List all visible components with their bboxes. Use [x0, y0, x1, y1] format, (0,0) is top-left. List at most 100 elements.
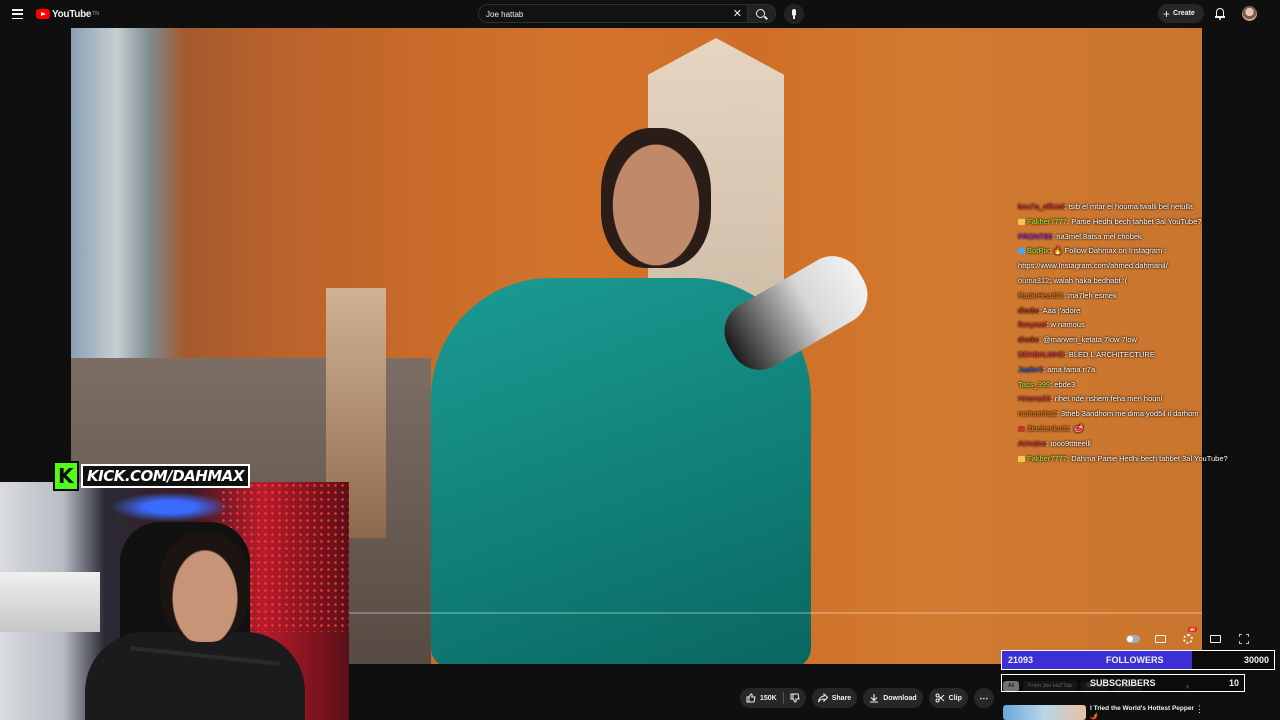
share-button[interactable]: Share	[811, 688, 858, 708]
chat-username[interactable]: Jaafer0	[1018, 365, 1043, 374]
recommendation-thumbnail[interactable]	[1003, 705, 1086, 720]
chat-text: : tsib el mtar el houma twalli bel netul…	[1064, 202, 1193, 211]
chat-message: bou7a_officiel: tsib el mtar el houma tw…	[1018, 200, 1268, 215]
chat-username[interactable]: diwdw	[1018, 306, 1039, 315]
chat-message: Fakher7777: Dahma Partie Hedhi bech tahb…	[1018, 452, 1268, 467]
chat-message: Jaafer0: ama fama ri7a	[1018, 363, 1268, 378]
chat-username[interactable]: Tass_999	[1018, 380, 1050, 389]
clip-button[interactable]: Clip	[928, 688, 968, 708]
chat-message: FRONT80: na3mel 8atsa mel chobek	[1018, 230, 1268, 245]
chat-text: : walah haka bedhabt :(	[1049, 275, 1128, 285]
fullscreen-icon[interactable]	[1239, 634, 1249, 644]
search-box: ✕	[478, 4, 748, 23]
youtube-logo[interactable]: YouTube TN	[36, 7, 99, 21]
chat-username[interactable]: diwdw	[1018, 335, 1039, 344]
subscribers-goal-bar: SUBSCRIBERS 10	[1001, 674, 1245, 692]
chat-username[interactable]: Fakher7777	[1027, 454, 1067, 463]
chat-message: Tass_999: ebde3	[1018, 378, 1268, 393]
chat-username[interactable]: DEKBALMHD	[1018, 350, 1065, 359]
chat-badge-icon	[1018, 425, 1025, 432]
chat-username[interactable]: Fakher7777	[1027, 217, 1067, 226]
chat-message: DEKBALMHD: BLED L ARCHITECTURE	[1018, 348, 1268, 363]
chat-message: Fakher7777: Partie Hedhi bech tahbet 3al…	[1018, 215, 1268, 230]
chat-badge-icon	[1018, 248, 1025, 255]
kick-logo-icon	[53, 461, 79, 491]
chat-username[interactable]: bou7a_officiel	[1018, 202, 1064, 211]
clip-label: Clip	[948, 694, 962, 702]
chat-text: : Aaa j'adore	[1038, 305, 1081, 315]
account-avatar[interactable]	[1242, 6, 1257, 21]
subtitles-icon[interactable]	[1155, 635, 1166, 643]
chat-message: RadioHead01: ma7leh esmek	[1018, 289, 1268, 304]
share-icon	[817, 693, 828, 703]
like-count: 150K	[760, 694, 777, 702]
like-dislike-group: 150K	[740, 688, 806, 708]
chat-username[interactable]: BotRix	[1027, 246, 1049, 255]
recommendation-title[interactable]: I Tried the World's Hottest Pepper 🌶️	[1090, 705, 1200, 720]
logo-country-code: TN	[92, 11, 99, 17]
chat-badge-icon	[1018, 455, 1025, 462]
miniplayer-icon[interactable]	[1210, 635, 1221, 643]
chat-message: BotRix: 🔥 Follow Dahmax on Instagram : h…	[1018, 244, 1268, 274]
chat-text: : ma7leh esmek	[1063, 290, 1117, 300]
settings-gear-icon[interactable]	[1183, 634, 1193, 644]
search-icon	[756, 9, 765, 18]
chat-text: : tooo9tttteelll	[1046, 438, 1091, 448]
autoplay-toggle[interactable]	[1126, 635, 1140, 643]
streamer-webcam	[0, 482, 349, 720]
chat-username[interactable]: AVmdne	[1018, 439, 1046, 448]
chat-username[interactable]: RadioHead01	[1018, 291, 1064, 300]
microphone-icon	[792, 9, 796, 16]
like-button[interactable]: 150K	[740, 688, 783, 708]
video-action-bar: 150K Share Download Clip ⋯	[740, 688, 994, 708]
chat-text: : ebde3	[1050, 379, 1076, 389]
chat-text: : Dahma Partie Hedhi bech tahbet 3al You…	[1067, 453, 1228, 463]
kick-url: KICK.COM/DAHMAX	[81, 464, 250, 488]
chat-text: : BLED L ARCHITECTURE	[1064, 349, 1155, 359]
chat-message: fkmyreel: w namous	[1018, 318, 1268, 333]
hamburger-menu-icon[interactable]	[12, 9, 23, 20]
scissors-icon	[935, 693, 944, 703]
chat-username[interactable]: ouma312	[1018, 276, 1049, 285]
notifications-bell-icon[interactable]	[1215, 8, 1225, 20]
download-button[interactable]: Download	[863, 688, 923, 708]
chat-message: diwdw: @marwen_ketata 7low 7low	[1018, 333, 1268, 348]
quality-badge: 4K	[1188, 627, 1197, 632]
followers-goal-bar: 21093 FOLLOWERS 30000	[1001, 650, 1275, 670]
vertical-more-icon[interactable]: ⋮	[1195, 704, 1204, 715]
player-controls: 4K	[1120, 627, 1260, 646]
followers-label: FOLLOWERS	[1106, 655, 1164, 665]
chat-username[interactable]: Zinchenko01	[1027, 424, 1070, 433]
stream-chat-overlay: bou7a_officiel: tsib el mtar el houma tw…	[1018, 200, 1268, 466]
voice-search-button[interactable]	[784, 4, 804, 24]
chat-message: mohsenhs2: 3theb 3andhom me dima yod5il …	[1018, 407, 1268, 422]
chat-message: AVmdne: tooo9tttteelll	[1018, 437, 1268, 452]
chat-username[interactable]: fkmyreel	[1018, 320, 1046, 329]
chat-text: : Partie Hedhi bech tahbet 3al YouTube?	[1067, 216, 1202, 226]
chat-message: diwdw: Aaa j'adore	[1018, 304, 1268, 319]
followers-goal: 30000	[1243, 655, 1269, 665]
chat-text: : @marwen_ketata 7low 7low	[1038, 335, 1137, 345]
more-actions-button[interactable]: ⋯	[973, 688, 994, 708]
chat-username[interactable]: mohsenhs2	[1018, 409, 1057, 418]
man-with-camera	[431, 128, 881, 664]
chat-username[interactable]: Hmena33	[1018, 394, 1051, 403]
subscribers-label: SUBSCRIBERS	[1090, 678, 1156, 688]
search-input[interactable]	[486, 8, 726, 20]
chat-message: Zinchenko01: 🥩	[1018, 422, 1268, 437]
recommendation-item[interactable]: I Tried the World's Hottest Pepper 🌶️ ⋮	[1003, 704, 1275, 720]
create-button[interactable]: + Create	[1158, 4, 1204, 23]
chat-text: : ama fama ri7a	[1043, 364, 1096, 374]
dislike-button[interactable]	[784, 688, 806, 708]
download-icon	[870, 694, 879, 703]
chat-message: Hmena33: rihet ndé nshem feha men houni	[1018, 392, 1268, 407]
kick-banner: KICK.COM/DAHMAX	[53, 461, 259, 491]
search-button[interactable]	[748, 4, 776, 23]
chat-username[interactable]: FRONT80	[1018, 232, 1052, 241]
logo-text: YouTube	[52, 8, 92, 20]
subscribers-value: 10	[1228, 678, 1239, 688]
plus-icon: +	[1163, 6, 1171, 21]
chat-message: ouma312: walah haka bedhabt :(	[1018, 274, 1268, 289]
followers-current: 21093	[1008, 655, 1034, 665]
clear-search-icon[interactable]: ✕	[733, 7, 742, 20]
